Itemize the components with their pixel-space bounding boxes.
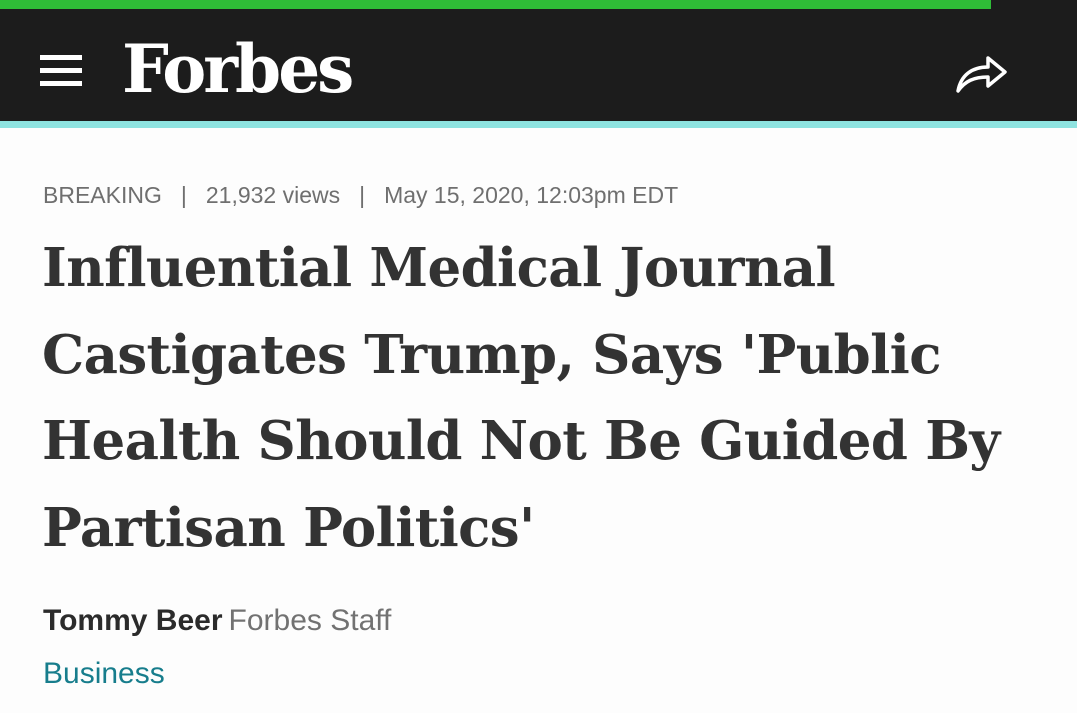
byline: Tommy Beer Forbes Staff xyxy=(43,601,391,641)
publish-date: May 15, 2020, 12:03pm EDT xyxy=(384,182,679,208)
author-role: Forbes Staff xyxy=(228,604,392,637)
breaking-label: BREAKING xyxy=(43,182,162,208)
forbes-logo[interactable]: Forbes xyxy=(122,27,354,111)
meta-separator: | xyxy=(359,182,366,208)
section-link[interactable]: Business xyxy=(43,654,165,694)
view-count: 21,932 views xyxy=(205,182,341,208)
article-meta: BREAKING | 21,932 views | May 15, 2020, 12:0… xyxy=(43,178,678,212)
author-name-link[interactable]: Tommy Beer xyxy=(43,604,223,637)
reading-progress-track xyxy=(0,0,1077,9)
meta-separator: | xyxy=(180,182,187,208)
header-accent-stripe xyxy=(0,121,1077,128)
article-headline: Influential Medical Journal Castigates T… xyxy=(42,237,1000,559)
hamburger-menu-icon[interactable] xyxy=(40,55,82,87)
site-header: Forbes xyxy=(0,9,1077,121)
reading-progress-bar xyxy=(0,0,991,9)
share-arrow-icon[interactable] xyxy=(952,49,1010,97)
